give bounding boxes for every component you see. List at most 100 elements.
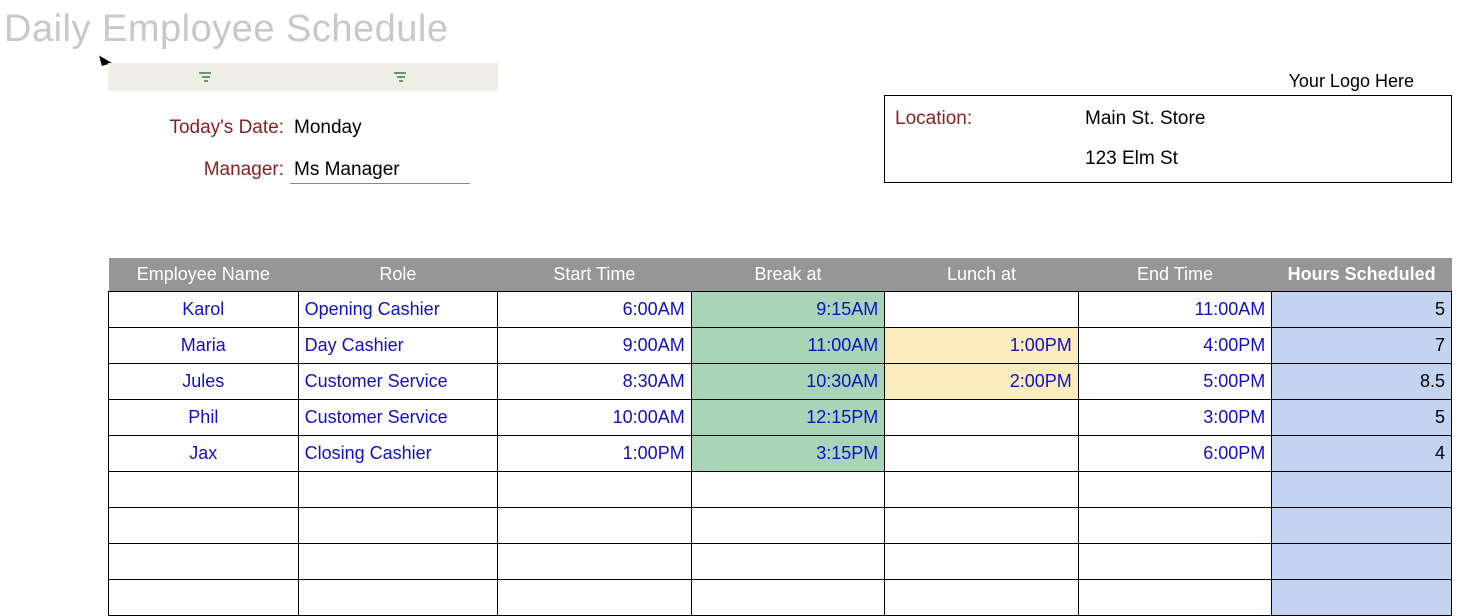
logo-placeholder: Your Logo Here	[1289, 71, 1414, 92]
location-name: Main St. Store	[1085, 108, 1205, 130]
cell-start[interactable]: 8:30AM	[498, 364, 692, 400]
cell-end[interactable]: 6:00PM	[1078, 436, 1272, 472]
cell-start[interactable]	[498, 580, 692, 616]
cell-break[interactable]: 10:30AM	[691, 364, 885, 400]
cell-role[interactable]: Day Cashier	[298, 328, 498, 364]
filter-icon	[394, 71, 408, 83]
page-title: Daily Employee Schedule	[0, 0, 1470, 55]
cell-end[interactable]	[1078, 580, 1272, 616]
cell-lunch[interactable]: 2:00PM	[885, 364, 1079, 400]
cell-end[interactable]: 3:00PM	[1078, 400, 1272, 436]
cell-lunch[interactable]	[885, 508, 1079, 544]
header-break: Break at	[691, 258, 885, 292]
cell-hours[interactable]	[1272, 508, 1452, 544]
filter-cell-1[interactable]	[108, 63, 303, 91]
cell-start[interactable]: 6:00AM	[498, 292, 692, 328]
cell-name[interactable]	[109, 508, 299, 544]
table-row	[109, 508, 1452, 544]
cell-break[interactable]: 11:00AM	[691, 328, 885, 364]
cell-break[interactable]: 3:15PM	[691, 436, 885, 472]
cell-hours[interactable]	[1272, 472, 1452, 508]
header-role: Role	[298, 258, 498, 292]
cell-end[interactable]	[1078, 508, 1272, 544]
header-info: Today's Date: Monday Manager: Ms Manager	[108, 117, 470, 204]
manager-value[interactable]: Ms Manager	[290, 159, 470, 184]
date-label: Today's Date:	[108, 117, 290, 139]
cell-name[interactable]: Maria	[109, 328, 299, 364]
cell-role[interactable]: Customer Service	[298, 364, 498, 400]
cell-break[interactable]: 9:15AM	[691, 292, 885, 328]
date-value: Monday	[290, 117, 362, 139]
table-row	[109, 544, 1452, 580]
cell-lunch[interactable]: 1:00PM	[885, 328, 1079, 364]
cell-role[interactable]	[298, 472, 498, 508]
cell-role[interactable]	[298, 508, 498, 544]
location-label-empty	[895, 148, 1085, 170]
cell-start[interactable]: 1:00PM	[498, 436, 692, 472]
filter-cell-2[interactable]	[303, 63, 498, 91]
table-row: JulesCustomer Service8:30AM10:30AM2:00PM…	[109, 364, 1452, 400]
manager-label: Manager:	[108, 159, 290, 181]
header-end: End Time	[1078, 258, 1272, 292]
cell-role[interactable]: Customer Service	[298, 400, 498, 436]
cell-lunch[interactable]	[885, 436, 1079, 472]
cell-role[interactable]: Opening Cashier	[298, 292, 498, 328]
cell-start[interactable]	[498, 544, 692, 580]
cell-name[interactable]	[109, 580, 299, 616]
schedule-table: Employee Name Role Start Time Break at L…	[108, 258, 1452, 616]
table-row	[109, 472, 1452, 508]
cell-start[interactable]: 10:00AM	[498, 400, 692, 436]
filter-icon	[199, 71, 213, 83]
location-row-address: 123 Elm St	[895, 148, 1441, 170]
header-hours: Hours Scheduled	[1272, 258, 1452, 292]
cell-break[interactable]: 12:15PM	[691, 400, 885, 436]
cell-break[interactable]	[691, 544, 885, 580]
location-label: Location:	[895, 108, 1085, 130]
table-row	[109, 580, 1452, 616]
cell-end[interactable]	[1078, 544, 1272, 580]
cell-hours[interactable]: 5	[1272, 292, 1452, 328]
cell-role[interactable]	[298, 544, 498, 580]
cell-name[interactable]: Jules	[109, 364, 299, 400]
cell-name[interactable]: Phil	[109, 400, 299, 436]
header-start: Start Time	[498, 258, 692, 292]
cell-hours[interactable]	[1272, 544, 1452, 580]
cell-break[interactable]	[691, 472, 885, 508]
cell-lunch[interactable]	[885, 292, 1079, 328]
cell-start[interactable]	[498, 472, 692, 508]
filter-bar	[108, 63, 498, 91]
cell-lunch[interactable]	[885, 400, 1079, 436]
cell-break[interactable]	[691, 508, 885, 544]
table-row: JaxClosing Cashier1:00PM3:15PM 6:00PM4	[109, 436, 1452, 472]
cell-hours[interactable]: 5	[1272, 400, 1452, 436]
table-row: MariaDay Cashier9:00AM11:00AM1:00PM4:00P…	[109, 328, 1452, 364]
cell-start[interactable]	[498, 508, 692, 544]
cell-name[interactable]	[109, 472, 299, 508]
manager-row: Manager: Ms Manager	[108, 159, 470, 184]
cell-name[interactable]: Jax	[109, 436, 299, 472]
cell-start[interactable]: 9:00AM	[498, 328, 692, 364]
cell-hours[interactable]	[1272, 580, 1452, 616]
cell-role[interactable]	[298, 580, 498, 616]
cell-lunch[interactable]	[885, 472, 1079, 508]
header-row: Employee Name Role Start Time Break at L…	[109, 258, 1452, 292]
header-lunch: Lunch at	[885, 258, 1079, 292]
cell-name[interactable]	[109, 544, 299, 580]
cell-end[interactable]: 4:00PM	[1078, 328, 1272, 364]
cell-role[interactable]: Closing Cashier	[298, 436, 498, 472]
cell-end[interactable]: 11:00AM	[1078, 292, 1272, 328]
cell-hours[interactable]: 4	[1272, 436, 1452, 472]
table-body: KarolOpening Cashier6:00AM9:15AM11:00AM5…	[109, 292, 1452, 616]
date-row: Today's Date: Monday	[108, 117, 470, 139]
cell-break[interactable]	[691, 580, 885, 616]
location-address: 123 Elm St	[1085, 148, 1178, 170]
header-name: Employee Name	[109, 258, 299, 292]
cell-hours[interactable]: 7	[1272, 328, 1452, 364]
cell-lunch[interactable]	[885, 580, 1079, 616]
cell-end[interactable]	[1078, 472, 1272, 508]
cell-end[interactable]: 5:00PM	[1078, 364, 1272, 400]
cell-name[interactable]: Karol	[109, 292, 299, 328]
cell-hours[interactable]: 8.5	[1272, 364, 1452, 400]
table-row: KarolOpening Cashier6:00AM9:15AM 11:00AM5	[109, 292, 1452, 328]
cell-lunch[interactable]	[885, 544, 1079, 580]
